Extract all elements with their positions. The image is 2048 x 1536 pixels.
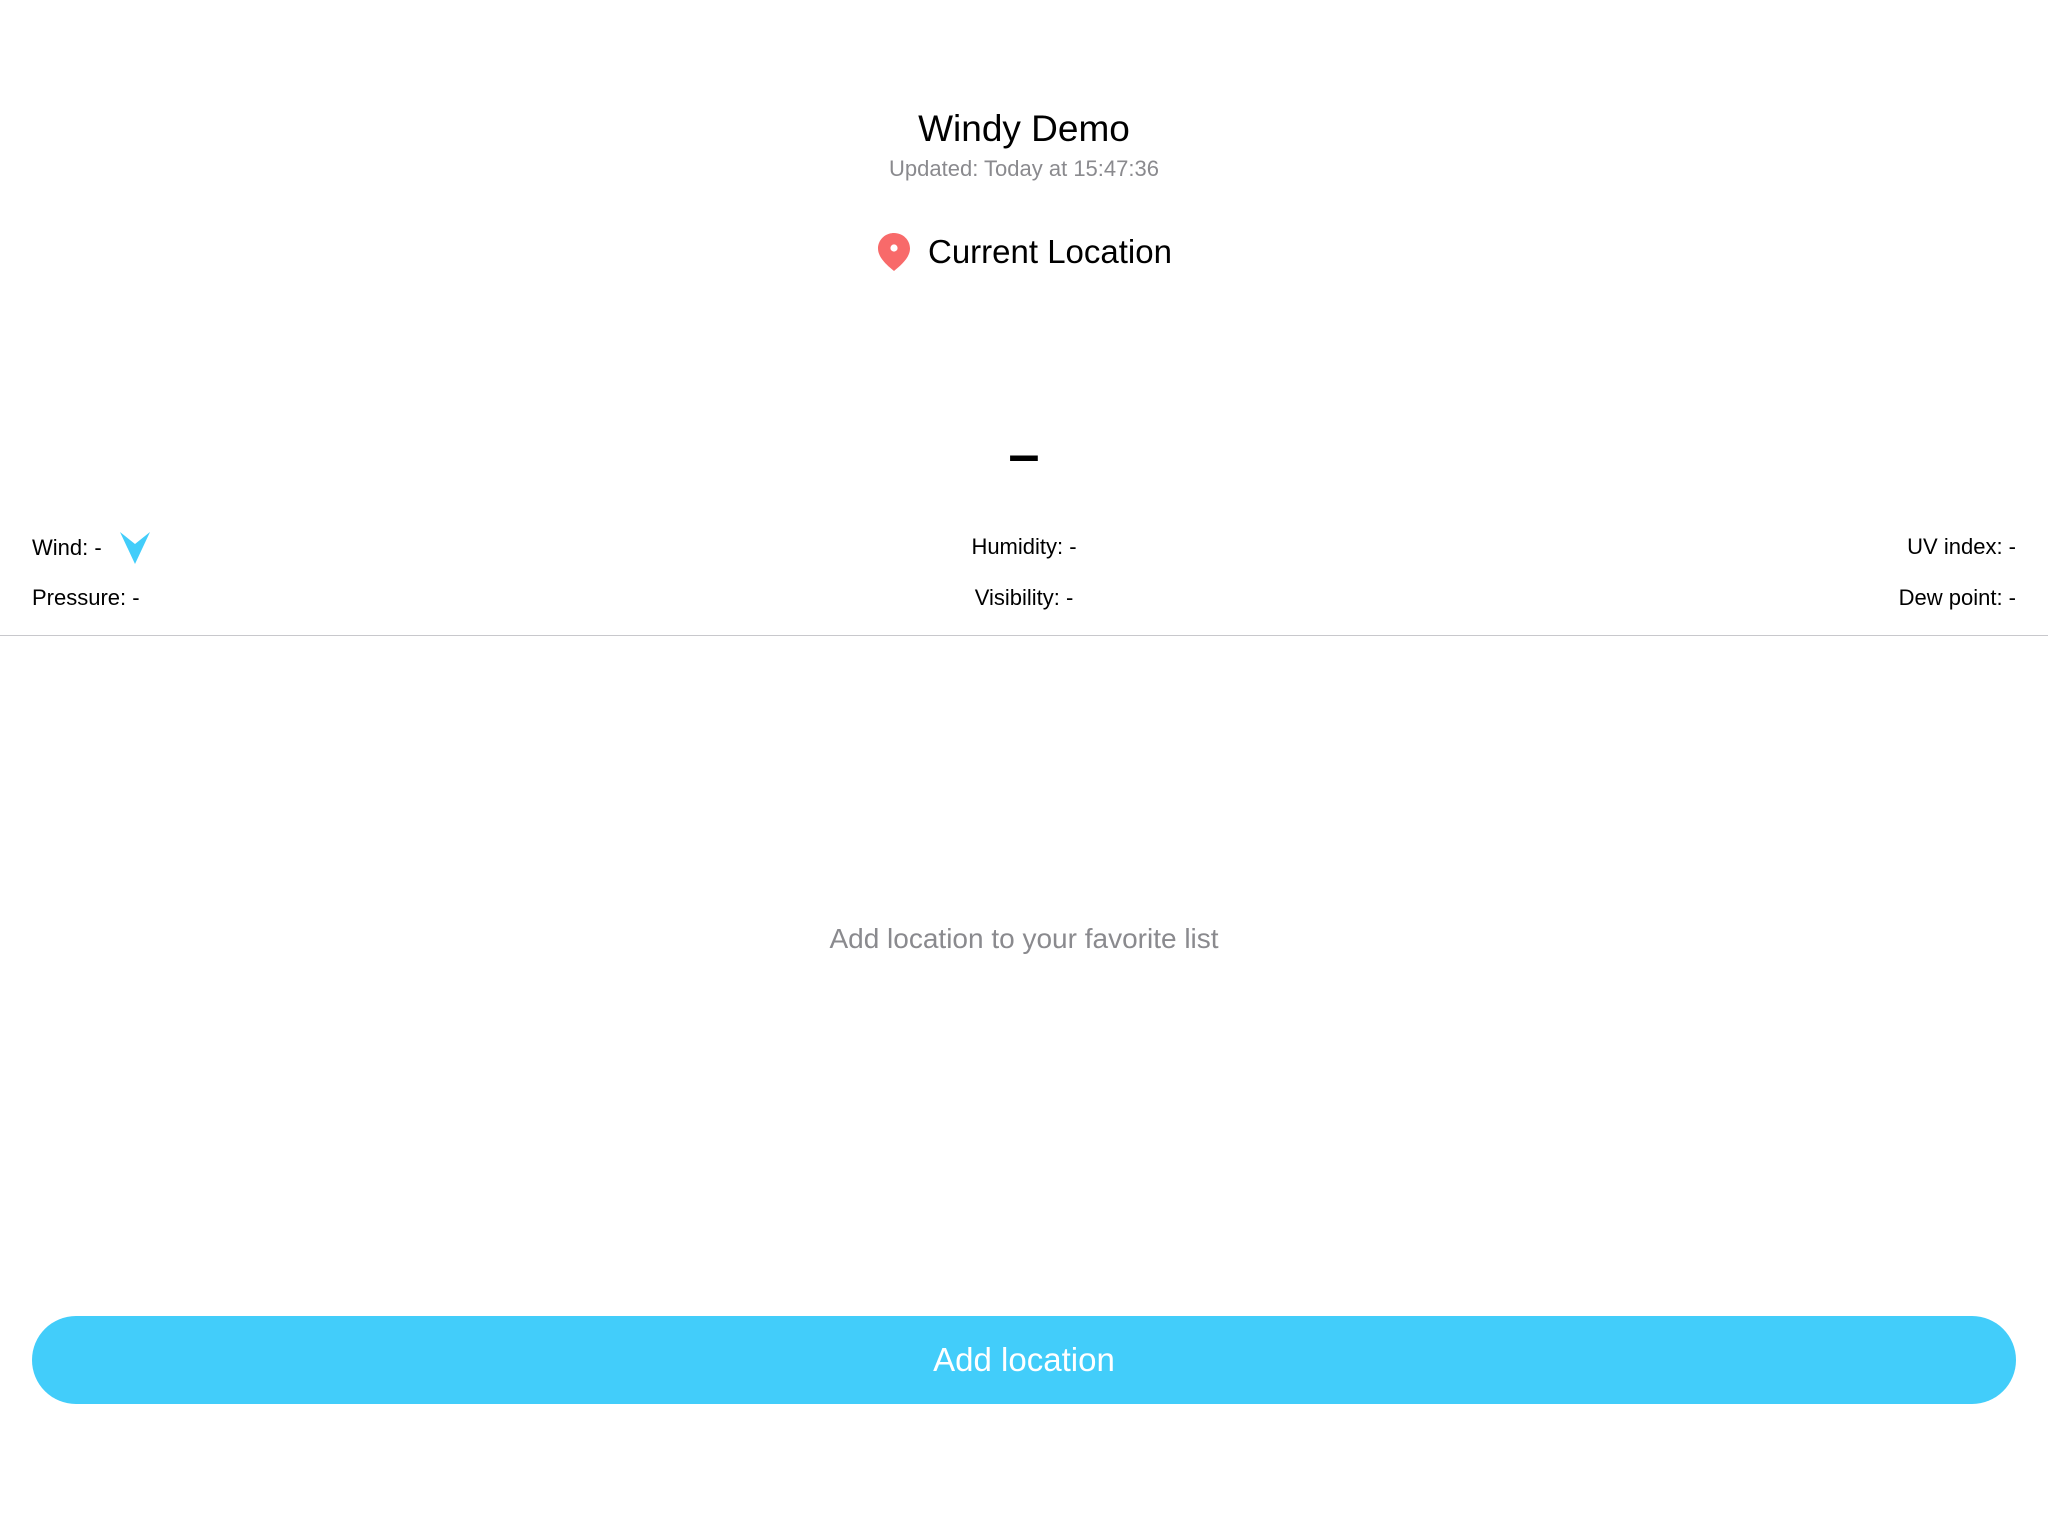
weather-screen: Windy Demo Updated: Today at 15:47:36 Cu… <box>0 0 2048 1536</box>
visibility-stat: Visibility: - <box>974 585 1074 610</box>
temperature-value: – <box>1008 422 1040 485</box>
favorites-empty-message: Add location to your favorite list <box>829 923 1219 954</box>
uv-index-stat: UV index: - <box>1907 534 2016 559</box>
add-location-button[interactable]: Add location <box>32 1316 2016 1404</box>
app-title: Windy Demo <box>918 108 1130 149</box>
humidity-stat: Humidity: - <box>971 534 1077 559</box>
current-location-row[interactable]: Current Location <box>0 226 2048 278</box>
current-location-label: Current Location <box>928 233 1172 270</box>
map-pin-icon <box>876 231 912 273</box>
dew-point-stat: Dew point: - <box>1898 585 2016 610</box>
last-updated-label: Updated: Today at 15:47:36 <box>889 156 1159 181</box>
section-divider <box>0 635 2048 636</box>
